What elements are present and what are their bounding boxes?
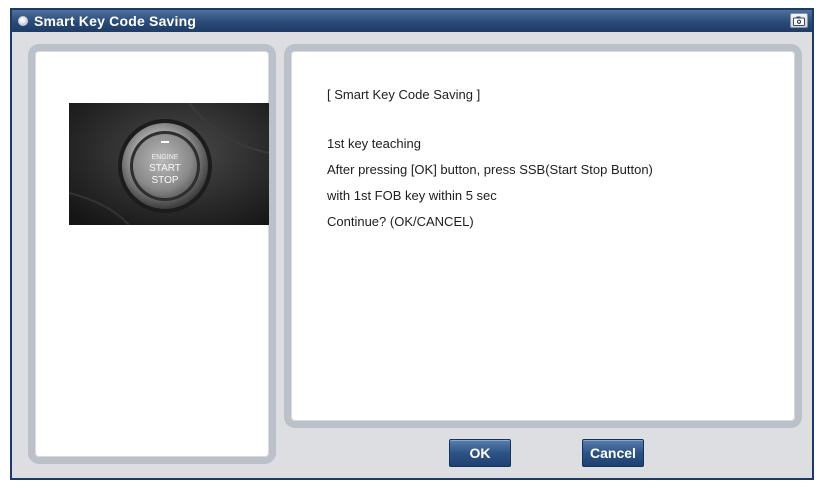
message-text: [ Smart Key Code Saving ] 1st key teachi…	[327, 87, 653, 240]
photo-label-engine: ENGINE	[152, 154, 179, 161]
camera-icon	[793, 16, 805, 26]
window-title: Smart Key Code Saving	[34, 13, 197, 29]
message-line: 1st key teaching	[327, 136, 421, 151]
title-bar[interactable]: Smart Key Code Saving	[12, 10, 812, 32]
photo-label-stop: STOP	[151, 175, 178, 186]
photo-label-start: START	[149, 163, 181, 174]
message-panel: [ Smart Key Code Saving ] 1st key teachi…	[284, 44, 802, 428]
message-line: with 1st FOB key within 5 sec	[327, 188, 497, 203]
window-icon	[18, 16, 28, 26]
message-header: [ Smart Key Code Saving ]	[327, 87, 481, 102]
cancel-button[interactable]: Cancel	[582, 439, 644, 467]
camera-button[interactable]	[790, 13, 808, 28]
dialog-window: Smart Key Code Saving ENGINE START STOP …	[10, 8, 814, 480]
start-stop-button-photo: ENGINE START STOP	[69, 103, 269, 225]
ok-button[interactable]: OK	[449, 439, 511, 467]
message-line: Continue? (OK/CANCEL)	[327, 214, 474, 229]
image-panel: ENGINE START STOP	[28, 44, 276, 464]
message-line: After pressing [OK] button, press SSB(St…	[327, 162, 653, 177]
